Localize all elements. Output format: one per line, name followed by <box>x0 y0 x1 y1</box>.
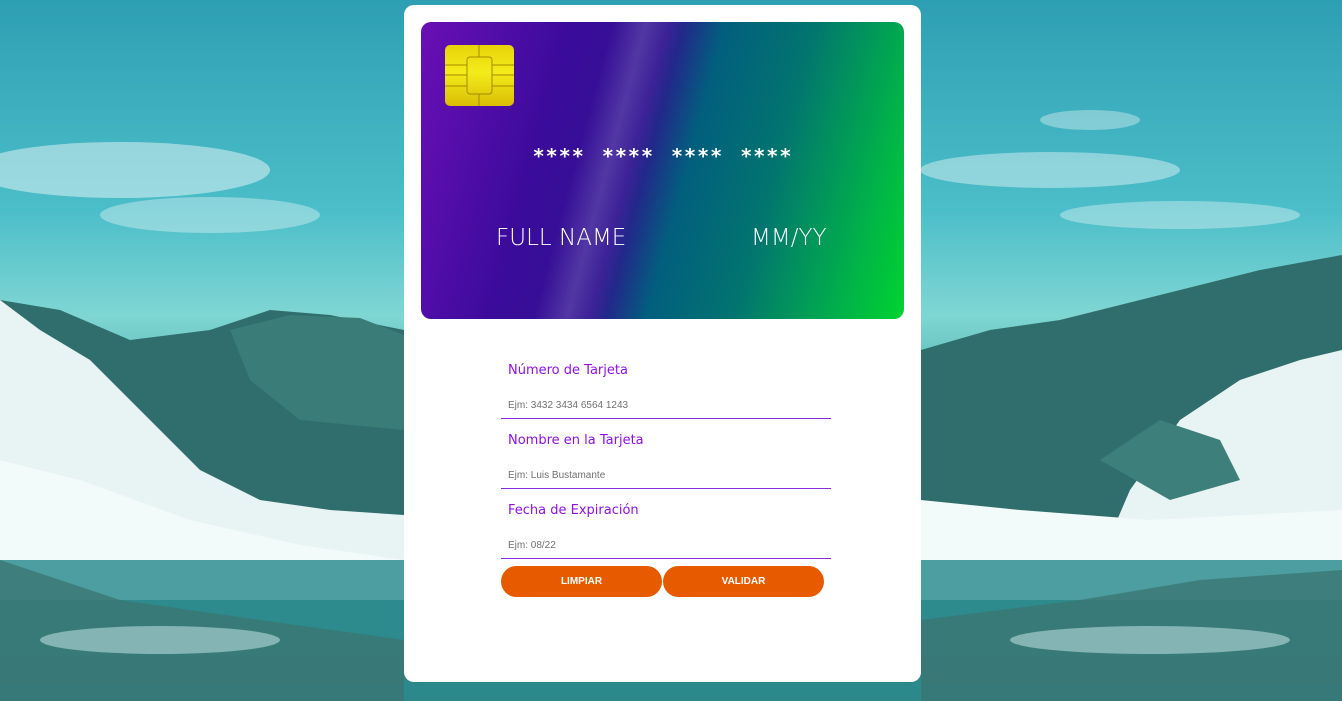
payment-form-panel: **** **** **** **** FULL NAME MM/YY Núme… <box>404 5 921 682</box>
expiry-input[interactable] <box>501 533 831 559</box>
card-chip-icon <box>445 45 514 106</box>
card-number-label: Número de Tarjeta <box>508 363 628 378</box>
credit-card-preview: **** **** **** **** FULL NAME MM/YY <box>421 22 904 319</box>
card-name-label: Nombre en la Tarjeta <box>508 433 644 448</box>
expiry-label: Fecha de Expiración <box>508 503 639 518</box>
card-expiry-display: MM/YY <box>751 225 827 251</box>
card-name-input[interactable] <box>501 463 831 489</box>
validate-button[interactable]: VALIDAR <box>663 566 824 597</box>
card-holder-name-display: FULL NAME <box>496 225 627 251</box>
card-number-display: **** **** **** **** <box>532 144 793 168</box>
card-number-input[interactable] <box>501 393 831 419</box>
clear-button[interactable]: LIMPIAR <box>501 566 662 597</box>
